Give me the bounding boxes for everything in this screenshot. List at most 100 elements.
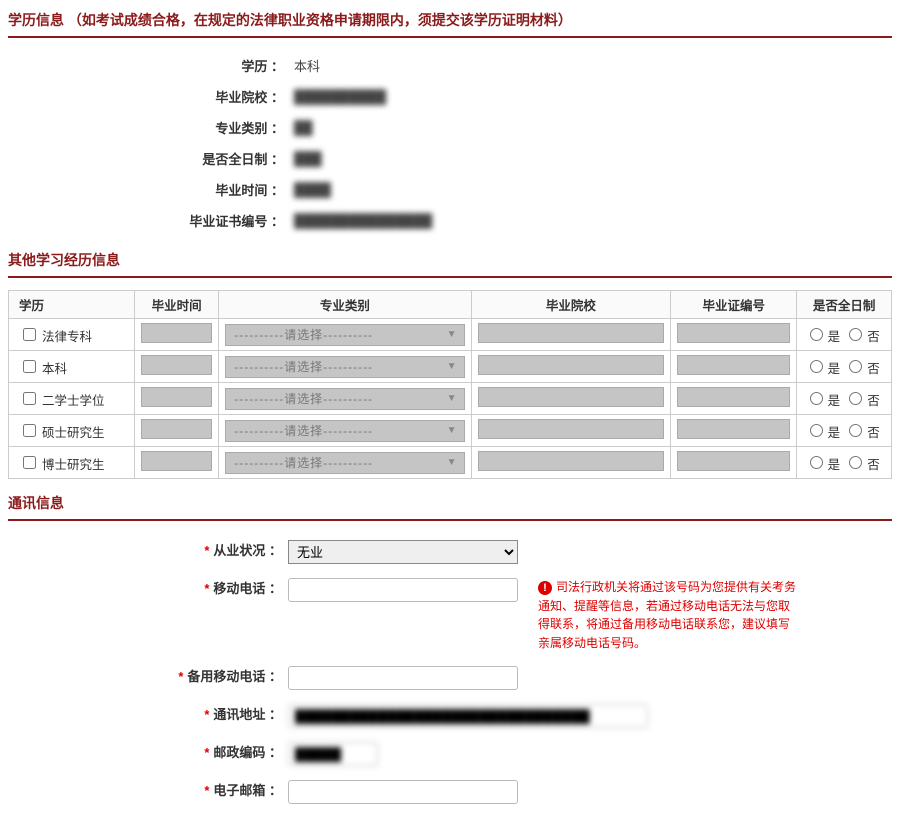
cell-certno xyxy=(671,351,797,383)
cell-school xyxy=(471,351,671,383)
radio-no-label: 否 xyxy=(867,362,880,376)
th-major: 专业类别 xyxy=(219,291,471,319)
label-certno: 毕业证书编号 ： xyxy=(8,211,288,230)
cell-major: ----------请选择----------▼ xyxy=(219,383,471,415)
select-placeholder-text: ----------请选择---------- xyxy=(234,454,373,471)
label-gradtime: 毕业时间 ： xyxy=(8,180,288,199)
row-checkbox[interactable] xyxy=(23,456,36,469)
table-row: 博士研究生----------请选择----------▼是否 xyxy=(9,447,892,479)
label-postcode-text: 邮政编码 ： xyxy=(213,745,282,760)
input-gradtime-disabled xyxy=(141,419,212,439)
value-fulltime: ███ xyxy=(288,151,322,166)
chevron-down-icon: ▼ xyxy=(447,393,458,404)
radio-yes[interactable] xyxy=(810,424,823,437)
cell-gradtime xyxy=(135,383,219,415)
label-mobile: *移动电话 ： xyxy=(8,578,288,597)
cell-school xyxy=(471,383,671,415)
row-checkbox[interactable] xyxy=(23,392,36,405)
select-major-disabled: ----------请选择----------▼ xyxy=(225,324,464,346)
table-row: 二学士学位----------请选择----------▼是否 xyxy=(9,383,892,415)
select-status[interactable]: 无业 xyxy=(288,540,518,564)
row-degree-label: 本科 xyxy=(42,362,67,376)
other-edu-table: 学历 毕业时间 专业类别 毕业院校 毕业证编号 是否全日制 法律专科 ------… xyxy=(8,290,892,479)
radio-yes[interactable] xyxy=(810,456,823,469)
info-icon: ! xyxy=(538,581,552,595)
cell-degree: 硕士研究生 xyxy=(9,415,135,447)
cell-fulltime: 是否 xyxy=(797,447,892,479)
input-postcode[interactable] xyxy=(288,742,378,766)
cell-certno xyxy=(671,319,797,351)
cell-fulltime: 是否 xyxy=(797,383,892,415)
select-major-disabled: ----------请选择----------▼ xyxy=(225,356,464,378)
cell-certno xyxy=(671,415,797,447)
th-gradtime: 毕业时间 xyxy=(135,291,219,319)
radio-yes[interactable] xyxy=(810,392,823,405)
th-certno: 毕业证编号 xyxy=(671,291,797,319)
input-school-disabled xyxy=(478,419,665,439)
input-school-disabled xyxy=(478,387,665,407)
row-checkbox[interactable] xyxy=(23,360,36,373)
row-major: 专业类别 ： ██ xyxy=(8,112,892,143)
row-checkbox[interactable] xyxy=(23,328,36,341)
radio-no[interactable] xyxy=(849,360,862,373)
cell-degree: 法律专科 xyxy=(9,319,135,351)
radio-no[interactable] xyxy=(849,328,862,341)
required-star-icon: * xyxy=(204,745,213,760)
cell-degree: 博士研究生 xyxy=(9,447,135,479)
chevron-down-icon: ▼ xyxy=(447,457,458,468)
radio-no[interactable] xyxy=(849,424,862,437)
input-email[interactable] xyxy=(288,780,518,804)
value-school: ██████████ xyxy=(288,89,386,104)
cell-gradtime xyxy=(135,319,219,351)
row-degree-label: 硕士研究生 xyxy=(42,426,105,440)
label-degree: 学历 ： xyxy=(8,56,288,75)
radio-yes-label: 是 xyxy=(828,458,841,472)
section-title-education: 学历信息 （如考试成绩合格，在规定的法律职业资格申请期限内，须提交该学历证明材料… xyxy=(8,8,892,38)
select-major-disabled: ----------请选择----------▼ xyxy=(225,420,464,442)
table-row: 法律专科 ----------请选择----------▼ 是否 xyxy=(9,319,892,351)
radio-no-label: 否 xyxy=(867,394,880,408)
table-row: 本科 ----------请选择----------▼ 是 否 xyxy=(9,351,892,383)
cell-certno xyxy=(671,383,797,415)
row-postcode: *邮政编码 ： xyxy=(8,735,892,773)
row-mobile: *移动电话 ： !司法行政机关将通过该号码为您提供有关考务通知、提醒等信息，若通… xyxy=(8,571,892,659)
cell-major: ----------请选择----------▼ xyxy=(219,319,471,351)
label-mobile-text: 移动电话 ： xyxy=(213,581,282,596)
radio-yes[interactable] xyxy=(810,360,823,373)
label-fulltime: 是否全日制 ： xyxy=(8,149,288,168)
input-certno-disabled xyxy=(677,387,790,407)
radio-no[interactable] xyxy=(849,392,862,405)
input-mobile[interactable] xyxy=(288,578,518,602)
select-placeholder-text: ----------请选择---------- xyxy=(234,358,373,375)
radio-yes-label: 是 xyxy=(828,426,841,440)
label-address: *通讯地址 ： xyxy=(8,704,288,723)
mobile-note-text: 司法行政机关将通过该号码为您提供有关考务通知、提醒等信息，若通过移动电话无法与您… xyxy=(538,580,796,650)
cell-school xyxy=(471,447,671,479)
cell-fulltime: 是否 xyxy=(797,319,892,351)
cell-major: ----------请选择----------▼ xyxy=(219,351,471,383)
cell-degree: 本科 xyxy=(9,351,135,383)
radio-yes-label: 是 xyxy=(828,394,841,408)
input-certno-disabled xyxy=(677,419,790,439)
radio-yes-label: 是 xyxy=(828,362,841,376)
radio-no-label: 否 xyxy=(867,426,880,440)
value-degree: 本科 xyxy=(288,56,320,75)
radio-yes[interactable] xyxy=(810,328,823,341)
input-address[interactable] xyxy=(288,704,648,728)
cell-gradtime xyxy=(135,351,219,383)
section-title-other-edu: 其他学习经历信息 xyxy=(8,248,892,278)
row-certno: 毕业证书编号 ： ███████████████ xyxy=(8,205,892,236)
radio-yes-label: 是 xyxy=(828,330,841,344)
label-backup-mobile-text: 备用移动电话 ： xyxy=(187,669,282,684)
table-header-row: 学历 毕业时间 专业类别 毕业院校 毕业证编号 是否全日制 xyxy=(9,291,892,319)
input-gradtime-disabled xyxy=(141,323,212,343)
radio-no-label: 否 xyxy=(867,458,880,472)
input-backup-mobile[interactable] xyxy=(288,666,518,690)
radio-no[interactable] xyxy=(849,456,862,469)
row-checkbox[interactable] xyxy=(23,424,36,437)
cell-fulltime: 是否 xyxy=(797,415,892,447)
chevron-down-icon: ▼ xyxy=(447,425,458,436)
input-gradtime-disabled xyxy=(141,451,212,471)
cell-school xyxy=(471,319,671,351)
label-backup-mobile: *备用移动电话 ： xyxy=(8,666,288,685)
